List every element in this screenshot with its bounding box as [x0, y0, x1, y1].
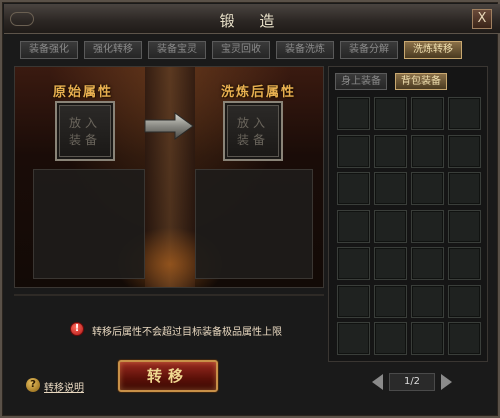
- prev-page-icon[interactable]: [372, 374, 383, 390]
- original-attr-title: 原始属性: [53, 85, 114, 100]
- tab-equip-enhance[interactable]: 装备强化: [20, 41, 78, 59]
- window-title: 锻 造: [219, 12, 285, 30]
- inventory-slot[interactable]: [374, 284, 407, 318]
- transfer-button[interactable]: 转移: [118, 360, 218, 392]
- inventory-slot[interactable]: [411, 322, 444, 355]
- tab-worn-equip[interactable]: 身上装备: [335, 73, 387, 90]
- inventory-slot[interactable]: [337, 97, 370, 130]
- inventory-slot[interactable]: [448, 247, 481, 280]
- tab-equip-decompose[interactable]: 装备分解: [340, 41, 398, 59]
- source-equip-slot[interactable]: 放入 装备: [55, 101, 115, 161]
- inventory-slot[interactable]: [337, 209, 370, 243]
- inventory-slot[interactable]: [411, 97, 444, 130]
- tab-enhance-transfer[interactable]: 强化转移: [84, 41, 142, 59]
- transfer-panel: 原始属性 洗炼后属性 放入 装备 放入 装备: [14, 66, 324, 288]
- inventory-panel: 身上装备 背包装备: [328, 66, 488, 362]
- inventory-slot[interactable]: [448, 284, 481, 318]
- inventory-slot[interactable]: [448, 134, 481, 168]
- warning-icon: !: [70, 322, 84, 336]
- title-bar[interactable]: 锻 造 X: [4, 4, 500, 34]
- forge-window: 锻 造 X 装备强化 强化转移 装备宝灵 宝灵回收 装备洗炼 装备分解 洗炼转移…: [0, 0, 500, 418]
- inventory-slot[interactable]: [448, 97, 481, 130]
- help-icon[interactable]: ?: [26, 378, 40, 392]
- inventory-slot[interactable]: [374, 209, 407, 243]
- close-button[interactable]: X: [472, 9, 492, 29]
- tab-refine-transfer[interactable]: 洗炼转移: [404, 41, 462, 59]
- slot-placeholder: 放入 装备: [68, 116, 101, 147]
- inventory-slot[interactable]: [374, 134, 407, 168]
- inventory-slot[interactable]: [448, 322, 481, 355]
- original-attr-list: [33, 169, 145, 279]
- tab-soul-recycle[interactable]: 宝灵回收: [212, 41, 270, 59]
- inventory-slot[interactable]: [374, 247, 407, 280]
- inventory-slot[interactable]: [337, 322, 370, 355]
- next-page-icon[interactable]: [441, 374, 452, 390]
- inventory-slot[interactable]: [411, 247, 444, 280]
- inventory-slot[interactable]: [374, 97, 407, 130]
- help-link[interactable]: 转移说明: [44, 379, 84, 394]
- inventory-slot[interactable]: [411, 284, 444, 318]
- inventory-slot[interactable]: [337, 284, 370, 318]
- inventory-slot[interactable]: [411, 209, 444, 243]
- panel-divider: [14, 294, 324, 296]
- target-equip-slot[interactable]: 放入 装备: [223, 101, 283, 161]
- pager: 1/2: [372, 372, 452, 394]
- inventory-slot[interactable]: [374, 172, 407, 205]
- inventory-slot[interactable]: [337, 247, 370, 280]
- inventory-slot[interactable]: [337, 172, 370, 205]
- inventory-slot[interactable]: [448, 172, 481, 205]
- notice-text: 转移后属性不会超过目标装备极品属性上限: [92, 327, 282, 338]
- tab-bag-equip[interactable]: 背包装备: [395, 73, 447, 90]
- inventory-slot[interactable]: [337, 134, 370, 168]
- tab-equip-refine[interactable]: 装备洗炼: [276, 41, 334, 59]
- inventory-slot[interactable]: [374, 322, 407, 355]
- after-attr-title: 洗炼后属性: [221, 85, 297, 100]
- inventory-slot[interactable]: [411, 134, 444, 168]
- arrow-right-icon: [144, 112, 194, 140]
- inventory-slot[interactable]: [411, 172, 444, 205]
- slot-placeholder: 放入 装备: [236, 116, 269, 147]
- tab-equip-soul[interactable]: 装备宝灵: [148, 41, 206, 59]
- page-indicator: 1/2: [389, 373, 435, 391]
- after-attr-list: [195, 169, 313, 279]
- inventory-slot[interactable]: [448, 209, 481, 243]
